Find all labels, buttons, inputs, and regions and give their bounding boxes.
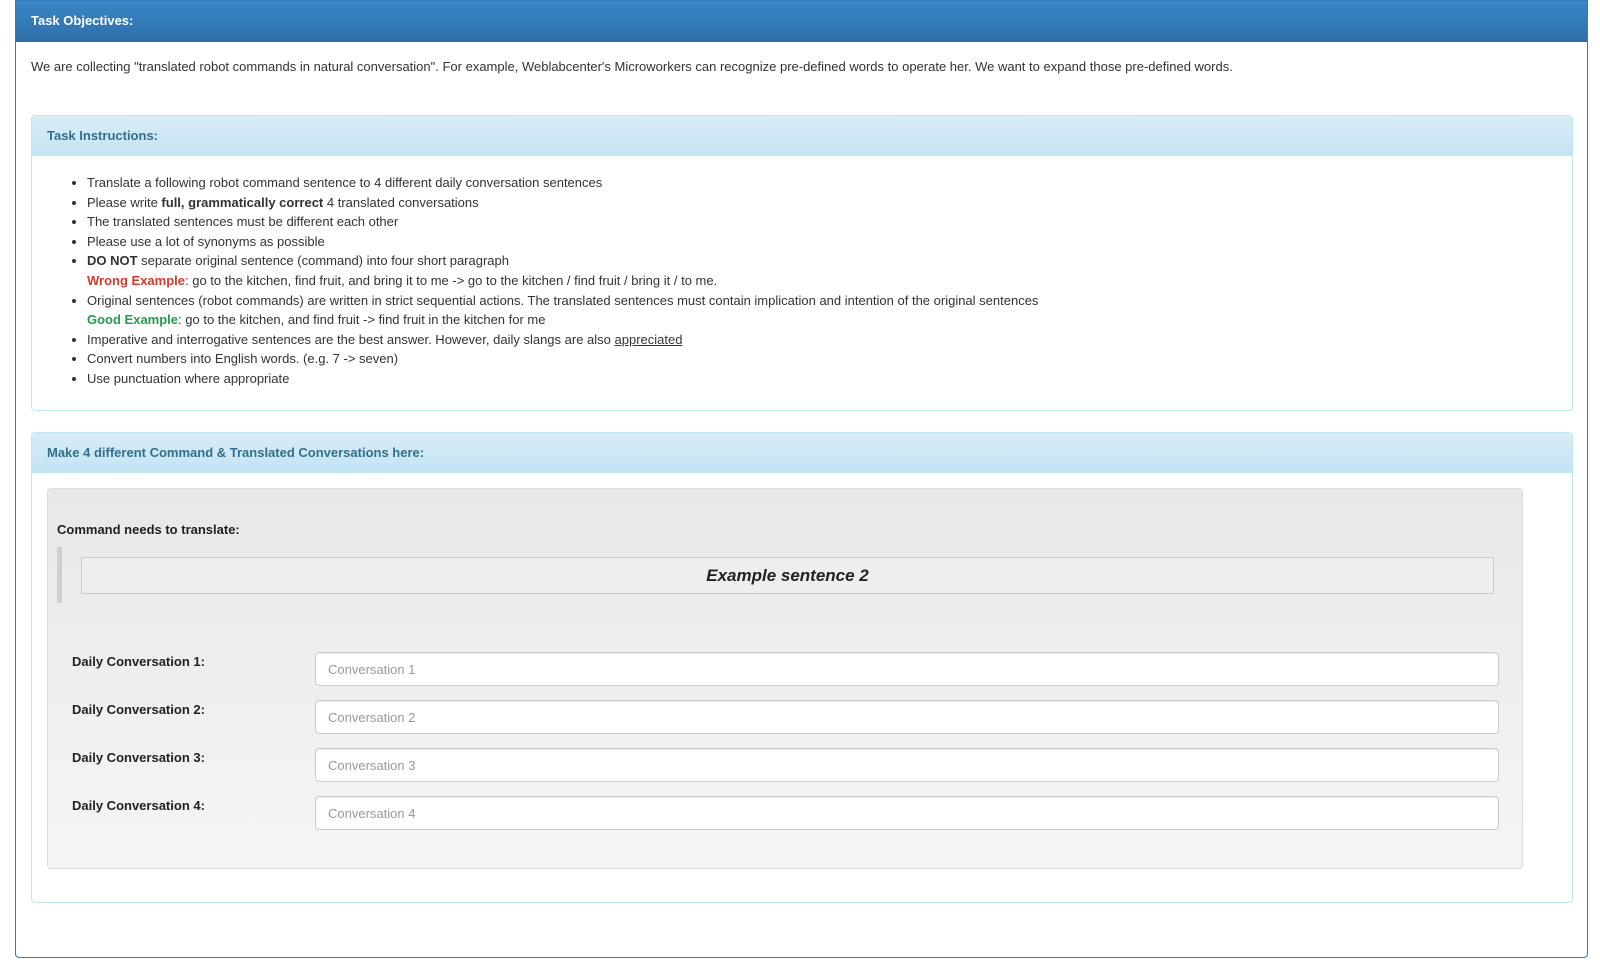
instruction-item: Imperative and interrogative sentences a…: [87, 330, 1572, 350]
command-blockquote: Example sentence 2: [57, 547, 1503, 603]
command-well: Command needs to translate: Example sent…: [47, 488, 1523, 869]
task-objectives-header: Task Objectives:: [16, 1, 1587, 42]
wrong-example-text: : go to the kitchen, find fruit, and bri…: [185, 272, 718, 288]
task-objectives-text: We are collecting "translated robot comm…: [31, 59, 1233, 74]
task-instructions-panel: Task Instructions: Translate a following…: [31, 115, 1573, 411]
conversation-2-input[interactable]: [315, 700, 1499, 734]
instruction-item: Convert numbers into English words. (e.g…: [87, 349, 1572, 369]
conversation-4-label: Daily Conversation 4:: [72, 798, 205, 813]
make-conversations-panel: Make 4 different Command & Translated Co…: [31, 432, 1573, 903]
instruction-item: Please use a lot of synonyms as possible: [87, 232, 1572, 252]
appreciated-text: appreciated: [614, 331, 683, 347]
conversation-2-label: Daily Conversation 2:: [72, 702, 205, 717]
wrong-example-label: Wrong Example: [87, 272, 186, 288]
instructions-list: Translate a following robot command sent…: [32, 173, 1572, 389]
good-example-label: Good Example: [87, 312, 179, 328]
make-conversations-header: Make 4 different Command & Translated Co…: [32, 433, 1572, 473]
instruction-item: Use punctuation where appropriate: [87, 369, 1572, 389]
command-label: Command needs to translate:: [57, 522, 240, 537]
instruction-item: Please write full, grammatically correct…: [87, 193, 1572, 213]
good-example-text: : go to the kitchen, and find fruit -> f…: [178, 312, 546, 328]
instruction-item: Original sentences (robot commands) are …: [87, 291, 1572, 330]
conversation-3-input[interactable]: [315, 748, 1499, 782]
conversation-1-input[interactable]: [315, 652, 1499, 686]
conversation-3-label: Daily Conversation 3:: [72, 750, 205, 765]
instruction-item: Translate a following robot command sent…: [87, 173, 1572, 193]
conversation-4-input[interactable]: [315, 796, 1499, 830]
task-instructions-header: Task Instructions:: [32, 116, 1572, 156]
task-panel: Task Objectives: We are collecting "tran…: [15, 0, 1588, 958]
command-sentence: Example sentence 2: [81, 557, 1494, 594]
conversation-1-label: Daily Conversation 1:: [72, 654, 205, 669]
instruction-item: DO NOT separate original sentence (comma…: [87, 251, 1572, 290]
instruction-item: The translated sentences must be differe…: [87, 212, 1572, 232]
